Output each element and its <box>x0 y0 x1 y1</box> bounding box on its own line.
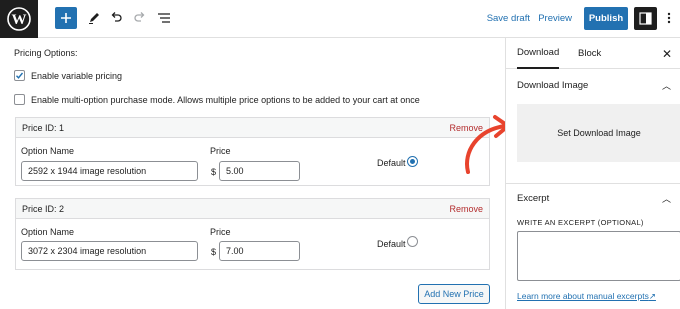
price-label: Price <box>210 227 231 237</box>
multi-option-checkbox[interactable] <box>14 94 25 105</box>
variable-pricing-checkbox[interactable] <box>14 70 25 81</box>
publish-button[interactable]: Publish <box>584 7 628 30</box>
top-toolbar: W Save draft Preview Publish <box>0 0 680 38</box>
multi-option-row: Enable multi-option purchase mode. Allow… <box>14 94 420 105</box>
option-name-label: Option Name <box>21 146 75 156</box>
price-id-label: Price ID: 1 <box>22 122 65 133</box>
add-block-button[interactable] <box>55 7 77 29</box>
editor-canvas: Pricing Options: Enable variable pricing… <box>0 38 505 309</box>
preview-button[interactable]: Preview <box>538 7 572 29</box>
chevron-up-icon: ︿ <box>661 193 671 204</box>
document-overview-icon[interactable] <box>154 7 174 29</box>
variable-pricing-label: Enable variable pricing <box>31 70 123 81</box>
close-sidebar-icon[interactable]: ✕ <box>662 47 672 61</box>
chevron-up-icon: ︿ <box>661 80 671 91</box>
price-input[interactable]: 7.00 <box>219 241 300 261</box>
price-input[interactable]: 5.00 <box>219 161 300 181</box>
redo-icon[interactable] <box>130 7 150 29</box>
excerpt-help-link[interactable]: Learn more about manual excerpts↗ <box>517 291 656 302</box>
multi-option-label: Enable multi-option purchase mode. Allow… <box>31 94 420 105</box>
set-download-image-button[interactable]: Set Download Image <box>517 104 680 162</box>
tab-download[interactable]: Download <box>517 38 560 69</box>
settings-sidebar: Download Block ✕ Download Image ︿ Set Do… <box>505 38 680 309</box>
price-option-2: Price ID: 2 Remove Option Name 3072 x 23… <box>15 198 490 270</box>
svg-text:W: W <box>12 12 27 28</box>
more-options-icon[interactable] <box>662 7 676 29</box>
excerpt-help-link-text: Learn more about manual excerpts <box>517 291 649 301</box>
currency-symbol: $ <box>211 167 217 177</box>
price-id-label: Price ID: 2 <box>22 203 65 214</box>
download-image-title: Download Image <box>517 79 589 91</box>
download-image-panel-header[interactable]: Download Image ︿ <box>506 71 680 99</box>
external-link-icon: ↗ <box>648 291 656 301</box>
sidebar-tabs: Download Block ✕ <box>506 38 680 69</box>
price-option-header: Price ID: 2 Remove <box>16 199 489 219</box>
pencil-tools-icon[interactable] <box>84 7 104 29</box>
pricing-options-title: Pricing Options: <box>14 48 78 58</box>
excerpt-title: Excerpt <box>517 192 550 204</box>
default-radio[interactable] <box>407 156 418 167</box>
undo-icon[interactable] <box>106 7 126 29</box>
add-new-price-button[interactable]: Add New Price <box>418 284 490 304</box>
price-option-1: Price ID: 1 Remove Option Name 2592 x 19… <box>15 117 490 186</box>
option-name-input[interactable]: 3072 x 2304 image resolution <box>21 241 198 261</box>
settings-sidebar-toggle-icon[interactable] <box>634 7 657 30</box>
option-name-label: Option Name <box>21 227 75 237</box>
price-label: Price <box>210 146 231 156</box>
default-radio[interactable] <box>407 236 418 247</box>
option-name-input[interactable]: 2592 x 1944 image resolution <box>21 161 198 181</box>
default-label: Default <box>377 239 406 249</box>
excerpt-field-label: WRITE AN EXCERPT (OPTIONAL) <box>517 218 644 227</box>
save-draft-button[interactable]: Save draft <box>487 7 530 29</box>
currency-symbol: $ <box>211 247 217 257</box>
wordpress-logo-icon[interactable]: W <box>0 0 38 38</box>
default-label: Default <box>377 158 406 168</box>
excerpt-textarea[interactable] <box>517 231 680 281</box>
tab-block[interactable]: Block <box>578 38 601 69</box>
price-option-header: Price ID: 1 Remove <box>16 118 489 138</box>
remove-price-button[interactable]: Remove <box>449 204 483 214</box>
excerpt-panel-header[interactable]: Excerpt ︿ <box>506 184 680 212</box>
variable-pricing-row: Enable variable pricing <box>14 70 122 81</box>
